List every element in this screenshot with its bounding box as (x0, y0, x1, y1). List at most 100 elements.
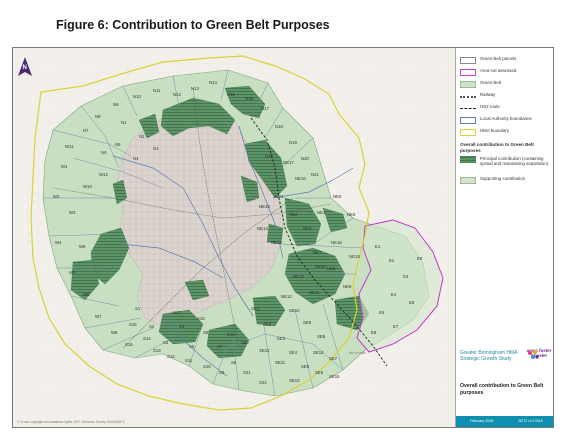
parcel-label: N16 (245, 96, 253, 101)
parcel-label: S14 (143, 336, 151, 341)
parcel-label: S5 (189, 344, 195, 349)
legend-label: HS2 route (480, 104, 500, 109)
parcel-label: NE14 (257, 226, 268, 231)
parcel-label: W4 (55, 240, 62, 245)
parcel-label: N20 (301, 156, 309, 161)
contribution-heading: Overall contribution to Green Belt purpo… (460, 142, 534, 153)
parcel-label: SE11 (275, 360, 286, 365)
parcel-label: S19 (227, 332, 235, 337)
legend-item-local-authority: Local Authority boundaries (460, 116, 552, 126)
parcel-label: SE14 (313, 350, 324, 355)
parcel-label: NE2 (289, 212, 298, 217)
parcel-label: NE20 (315, 264, 326, 269)
footer-date: February 2018 (470, 419, 494, 423)
parcel-label: N5 (115, 142, 121, 147)
parcel-label: N7 (83, 128, 89, 133)
parcel-label: SE7 (329, 356, 338, 361)
parcel-label: E7 (393, 324, 399, 329)
parcel-label: E4 (391, 292, 397, 297)
parcel-label: NE8 (327, 266, 336, 271)
legend-item-parcels: Green Belt parcels (460, 56, 552, 66)
parcel-label: SE10 (289, 308, 300, 313)
parcel-label: NE19 (349, 254, 360, 259)
copyright-note: © Crown copyright and database rights 20… (17, 420, 125, 424)
legend-label: Local Authority boundaries (480, 116, 532, 121)
parcel-label: S4 (179, 324, 185, 329)
parcel-label: SE13 (289, 378, 300, 383)
parcel-label: S17 (173, 310, 181, 315)
parcel-label: N8 (95, 114, 101, 119)
not-assessed-swatch-icon (460, 69, 476, 76)
legend-label: Green Belt (480, 80, 501, 85)
parcel-label: N6 (101, 150, 107, 155)
parcel-label: E5 (409, 300, 415, 305)
parcel-label: S3 (163, 340, 169, 345)
parcel-label: N3 (153, 146, 159, 151)
legend-label: HMA boundary (480, 128, 510, 133)
parcel-label: NE9 (343, 284, 352, 289)
north-label: N (23, 65, 27, 71)
legend-item-principal: Principal contribution (containing spraw… (460, 156, 552, 172)
map-frame: N1 N2 N3 N4 N5 N6 N7 N8 N9 N10 N11 N12 N13 N14 N15 N16 N… (12, 47, 554, 428)
parcel-label: SE9 (303, 320, 312, 325)
green-belt-swatch-icon (460, 81, 476, 88)
map-title: Overall contribution to Green Belt purpo… (460, 383, 544, 396)
parcel-label: S8 (231, 360, 237, 365)
parcel-label: N2 (139, 134, 145, 139)
legend-item-hma: HMA boundary (460, 128, 552, 138)
parcel-label: N19 (289, 140, 297, 145)
parcel-label: NE13 (271, 240, 282, 245)
parcel-label: N18 (275, 124, 283, 129)
parcel-label: E2 (389, 258, 395, 263)
supporting-swatch-icon (460, 177, 476, 184)
hma-swatch-icon (460, 129, 476, 136)
parcel-label: S7 (217, 344, 223, 349)
parcel-label: S2 (149, 324, 155, 329)
parcel-label: E3 (403, 274, 409, 279)
parcel-label: N22 (265, 154, 273, 159)
parcel-label: SE5 (301, 364, 310, 369)
parcel-label: NE1 (275, 194, 284, 199)
parcel-label: S10 (203, 364, 211, 369)
parcel-label: E6 (379, 310, 385, 315)
legend-item-hs2: HS2 route (460, 104, 552, 114)
legend-label: Green Belt parcels (480, 56, 517, 61)
parcel-label: NE15 (259, 204, 270, 209)
parcel-label: N14 (209, 80, 217, 85)
parcel-label: N10 (133, 94, 141, 99)
parcel-label: S1 (135, 306, 141, 311)
parcel-label: S18 (197, 316, 205, 321)
parcel-label: N21 (311, 172, 319, 177)
scale-note: Not to scale (349, 351, 366, 355)
parcel-label: NE12 (281, 294, 292, 299)
legend-panel: Green Belt parcels Area not assessed Gre… (455, 48, 553, 427)
parcel-label: E8 (371, 330, 377, 335)
parcel-label: S9 (219, 370, 225, 375)
parcel-label: S20 (241, 340, 249, 345)
parcel-label: N17 (261, 106, 269, 111)
parcel-label: SE3 (277, 336, 286, 341)
legend-item-railway: Railway (460, 92, 552, 102)
parcel-label: N1 (121, 120, 127, 125)
hs2-swatch-icon (460, 108, 476, 109)
amec-logo-icon (528, 350, 539, 359)
parcel-label: NE11 (309, 290, 320, 295)
legend-label: Principal contribution (containing spraw… (480, 156, 549, 166)
parcel-label: NE4 (317, 210, 326, 215)
parcel-label: S21 (243, 370, 251, 375)
parcel-label: NE18 (331, 240, 342, 245)
parcel-label: N15 (227, 92, 235, 97)
footer-ref: 38772 v1.0 0016 (518, 419, 543, 423)
parcel-label: SE2 (263, 322, 272, 327)
parcel-label: NE17 (283, 160, 294, 165)
parcel-label: N12 (173, 92, 181, 97)
parcel-label: SE8 (317, 334, 326, 339)
parcel-label: S6 (203, 330, 209, 335)
parcel-label: NE10 (293, 274, 304, 279)
map-canvas[interactable]: N1 N2 N3 N4 N5 N6 N7 N8 N9 N10 N11 N12 N13 N14 N15 N16 N… (13, 48, 455, 427)
legend-item-not-assessed: Area not assessed (460, 68, 552, 78)
principal-swatch-icon (460, 156, 476, 163)
parcel-label: SE15 (329, 374, 340, 379)
parcel-label: W7 (95, 314, 102, 319)
legend-item-supporting: Supporting contribution (460, 176, 552, 186)
